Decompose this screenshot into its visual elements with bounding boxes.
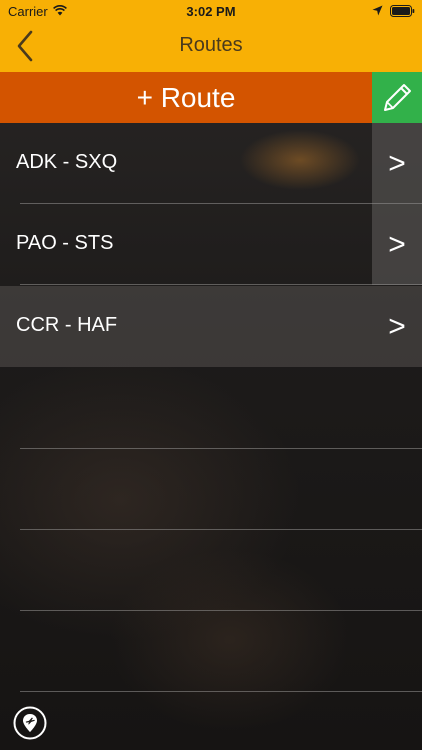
row-divider: [20, 691, 422, 692]
navigation-bar: Carrier 3:02 PM Routes: [0, 0, 422, 72]
row-divider: [20, 610, 422, 611]
row-divider: [20, 284, 422, 285]
location-arrow-icon: [372, 5, 383, 16]
page-title: Routes: [179, 34, 243, 56]
status-bar: Carrier 3:02 PM: [0, 0, 422, 22]
route-row-selected[interactable]: CCR - HAF >: [0, 286, 422, 367]
row-divider: [20, 529, 422, 530]
route-label: ADK - SXQ: [16, 151, 118, 173]
add-route-button[interactable]: + Route: [0, 72, 372, 123]
route-detail-button[interactable]: >: [372, 286, 422, 367]
battery-icon: [390, 5, 415, 17]
route-row[interactable]: ADK - SXQ >: [0, 123, 422, 204]
edit-button[interactable]: [372, 72, 422, 123]
chevron-right-icon: >: [388, 309, 406, 343]
map-button[interactable]: [13, 706, 47, 740]
chevron-right-icon: >: [388, 146, 406, 180]
clock: 3:02 PM: [186, 4, 236, 19]
row-divider: [20, 448, 422, 449]
route-label: PAO - STS: [16, 232, 114, 254]
route-row[interactable]: PAO - STS >: [0, 204, 422, 285]
route-detail-button[interactable]: >: [372, 204, 422, 285]
map-pin-plane-icon: [13, 706, 47, 740]
route-label: CCR - HAF: [16, 314, 118, 336]
pencil-icon: [384, 83, 411, 111]
add-route-label: + Route: [136, 81, 236, 113]
route-detail-button[interactable]: >: [372, 123, 422, 204]
chevron-right-icon: >: [388, 227, 406, 261]
